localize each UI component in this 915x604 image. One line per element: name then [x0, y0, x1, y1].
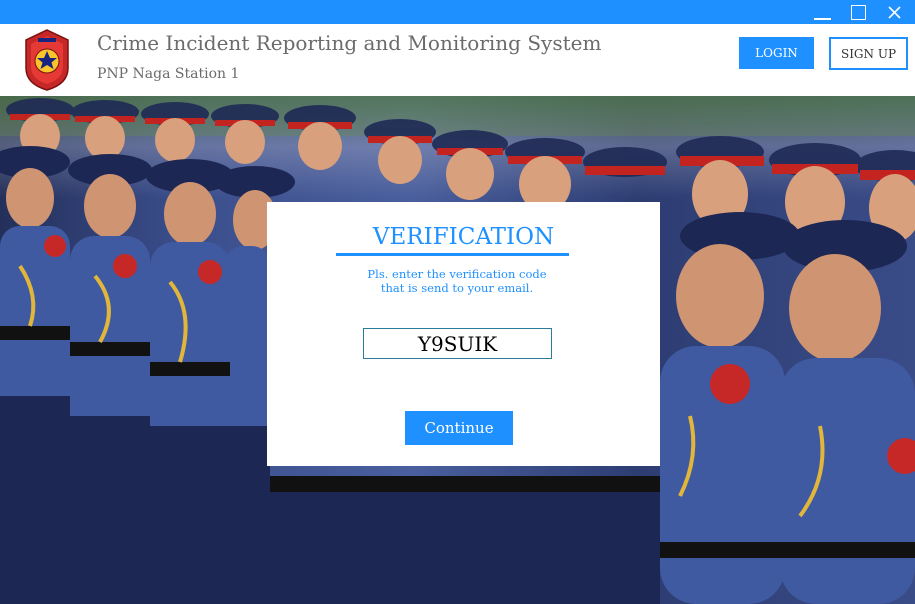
minimize-icon[interactable] [805, 0, 841, 24]
app-title: Crime Incident Reporting and Monitoring … [97, 31, 602, 55]
verification-heading: VERIFICATION [372, 224, 555, 250]
station-subtitle: PNP Naga Station 1 [97, 66, 240, 82]
instruction-line-2: that is send to your email. [380, 281, 534, 295]
login-button[interactable]: LOGIN [739, 37, 814, 69]
pnp-badge-icon [24, 28, 70, 92]
maximize-icon[interactable] [841, 0, 877, 24]
close-icon[interactable] [877, 0, 913, 24]
instruction-line-1: Pls. enter the verification code [367, 267, 547, 281]
window-title-bar [0, 0, 915, 24]
heading-underline [336, 253, 569, 256]
signup-button[interactable]: SIGN UP [829, 37, 908, 70]
app-header: Crime Incident Reporting and Monitoring … [0, 24, 915, 96]
verification-code-input[interactable] [363, 328, 552, 359]
verification-card: VERIFICATION Pls. enter the verification… [267, 202, 660, 466]
verification-instructions: Pls. enter the verification code that is… [307, 267, 607, 295]
continue-button[interactable]: Continue [405, 411, 513, 445]
